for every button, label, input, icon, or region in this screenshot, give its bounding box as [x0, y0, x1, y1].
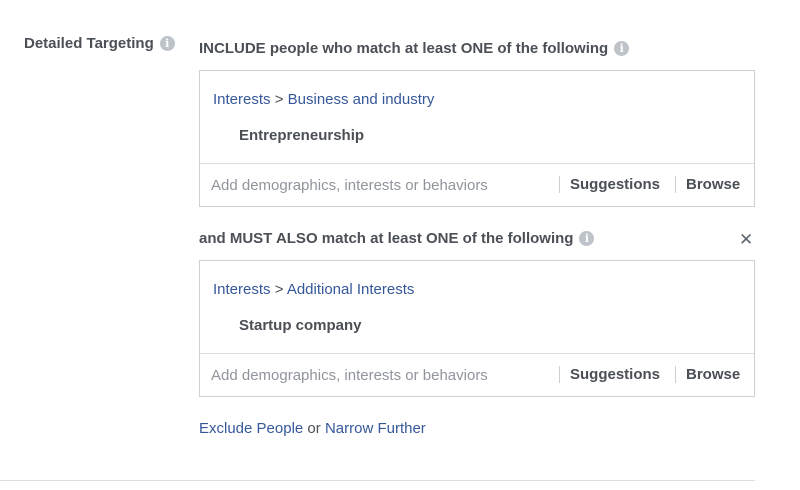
include-selected-area: Interests > Business and industry Entrep… — [200, 71, 754, 164]
include-breadcrumb: Interests > Business and industry — [213, 91, 434, 108]
include-heading-text: INCLUDE people who match at least ONE of… — [199, 40, 609, 57]
include-heading: INCLUDE people who match at least ONE of… — [199, 40, 630, 57]
selected-interest-entrepreneurship[interactable]: Entrepreneurship — [239, 127, 364, 144]
must-also-breadcrumb: Interests > Additional Interests — [213, 281, 414, 298]
crumb-separator: > — [274, 281, 284, 298]
divider — [675, 366, 676, 383]
crumb-business-industry-link[interactable]: Business and industry — [288, 91, 435, 108]
must-also-search-input[interactable] — [211, 362, 546, 388]
must-also-heading: and MUST ALSO match at least ONE of the … — [199, 230, 595, 247]
include-search-input[interactable] — [211, 172, 546, 198]
divider — [675, 176, 676, 193]
include-targeting-box: Interests > Business and industry Entrep… — [199, 70, 755, 207]
must-also-targeting-box: Interests > Additional Interests Startup… — [199, 260, 755, 397]
divider — [559, 366, 560, 383]
crumb-interests-link[interactable]: Interests — [213, 91, 271, 108]
include-search-row: Suggestions Browse — [200, 164, 754, 206]
narrow-further-link[interactable]: Narrow Further — [325, 420, 426, 437]
must-also-selected-area: Interests > Additional Interests Startup… — [200, 261, 754, 354]
crumb-additional-interests-link[interactable]: Additional Interests — [287, 281, 415, 298]
crumb-separator: > — [274, 91, 284, 108]
include-suggestions-button[interactable]: Suggestions — [570, 176, 660, 193]
exclude-people-link[interactable]: Exclude People — [199, 420, 303, 437]
info-icon[interactable]: i — [579, 231, 595, 246]
section-divider — [0, 480, 755, 481]
crumb-interests-link[interactable]: Interests — [213, 281, 271, 298]
selected-interest-startup-company[interactable]: Startup company — [239, 317, 362, 334]
must-also-suggestions-button[interactable]: Suggestions — [570, 366, 660, 383]
divider — [559, 176, 560, 193]
targeting-actions: Exclude People or Narrow Further — [199, 420, 426, 437]
close-icon[interactable]: ✕ — [739, 230, 753, 250]
detailed-targeting-label: Detailed Targeting i — [24, 35, 175, 52]
include-browse-button[interactable]: Browse — [686, 176, 740, 193]
info-icon[interactable]: i — [159, 36, 175, 51]
must-also-search-row: Suggestions Browse — [200, 354, 754, 396]
info-icon[interactable]: i — [614, 41, 630, 56]
or-text: or — [307, 420, 321, 437]
must-also-heading-text: and MUST ALSO match at least ONE of the … — [199, 230, 574, 247]
must-also-browse-button[interactable]: Browse — [686, 366, 740, 383]
section-title: Detailed Targeting — [24, 35, 154, 52]
